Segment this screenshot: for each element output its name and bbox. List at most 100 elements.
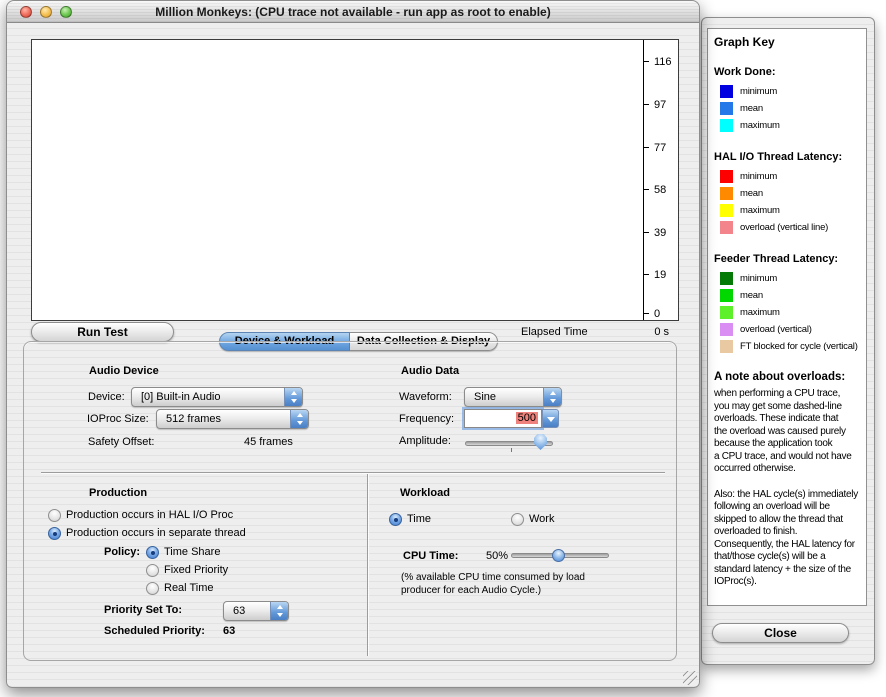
tick-mark — [643, 232, 649, 233]
legend-label: mean — [740, 103, 763, 114]
tick-mark — [643, 61, 649, 62]
frequency-input-value: 500 — [516, 412, 538, 424]
legend-label: mean — [740, 290, 763, 301]
legend-item: overload (vertical line) — [714, 219, 861, 236]
legend-item: mean — [714, 287, 861, 304]
legend-swatch-icon — [720, 85, 733, 98]
radio-production-thread[interactable] — [48, 527, 61, 540]
device-label: Device: — [88, 391, 125, 404]
legend-swatch-icon — [720, 170, 733, 183]
legend-item: minimum — [714, 270, 861, 287]
amplitude-label: Amplitude: — [399, 435, 451, 448]
main-window: Million Monkeys: (CPU trace not availabl… — [6, 0, 700, 688]
legend-label: maximum — [740, 120, 780, 131]
legend-heading-work-done: Work Done: — [714, 66, 861, 78]
y-tick-label: 0 — [654, 308, 660, 320]
y-tick-label: 97 — [654, 99, 666, 111]
legend-label: FT blocked for cycle (vertical) — [740, 341, 858, 352]
section-divider-horizontal — [41, 472, 665, 474]
overload-note-paragraph-2: Also: the HAL cycle(s) immediately follo… — [714, 489, 861, 589]
popup-stepper-icon — [270, 602, 288, 620]
legend-hal-latency: minimum mean maximum overload (v — [714, 168, 861, 236]
policy-label: Policy: — [104, 546, 140, 559]
legend-swatch-icon — [720, 272, 733, 285]
cpu-time-slider-thumb[interactable] — [552, 549, 565, 562]
popup-stepper-icon — [290, 410, 308, 428]
radio-production-hal[interactable] — [48, 509, 61, 522]
legend-swatch-icon — [720, 221, 733, 234]
legend-heading-feeder-latency: Feeder Thread Latency: — [714, 253, 861, 265]
production-heading: Production — [89, 487, 147, 500]
legend-label: overload (vertical line) — [740, 222, 828, 233]
audio-device-heading: Audio Device — [89, 365, 159, 378]
graph-y-ticks: 116 97 77 58 — [32, 40, 678, 320]
cpu-time-value: 50% — [486, 550, 508, 563]
audio-data-heading: Audio Data — [401, 365, 459, 378]
waveform-popup[interactable]: Sine — [464, 387, 562, 407]
graph-key-box: Graph Key Work Done: minimum mean — [707, 28, 867, 606]
workload-heading: Workload — [400, 487, 450, 500]
legend-label: minimum — [740, 86, 777, 97]
ioproc-size-label: IOProc Size: — [87, 413, 149, 426]
y-tick-label: 116 — [654, 56, 672, 68]
tick-mark — [643, 189, 649, 190]
legend-label: maximum — [740, 307, 780, 318]
overload-note-heading: A note about overloads: — [714, 371, 861, 383]
graph-key-window: Graph Key Work Done: minimum mean — [701, 17, 875, 665]
close-button[interactable]: Close — [712, 623, 849, 643]
run-test-button[interactable]: Run Test — [31, 322, 174, 342]
device-popup-value: [0] Built-in Audio — [141, 391, 221, 403]
priority-set-to-label: Priority Set To: — [104, 604, 182, 617]
radio-production-hal-label: Production occurs in HAL I/O Proc — [66, 509, 233, 522]
section-divider-vertical — [367, 474, 369, 656]
ioproc-size-popup[interactable]: 512 frames — [156, 409, 309, 429]
resize-grip[interactable] — [683, 671, 697, 685]
legend-swatch-icon — [720, 289, 733, 302]
frequency-input[interactable]: 500 — [464, 409, 542, 428]
legend-swatch-icon — [720, 119, 733, 132]
radio-policy-time-share[interactable] — [146, 546, 159, 559]
tick-mark — [643, 104, 649, 105]
safety-offset-label: Safety Offset: — [88, 436, 154, 449]
device-popup[interactable]: [0] Built-in Audio — [131, 387, 303, 407]
radio-workload-time-label: Time — [407, 513, 431, 526]
legend-swatch-icon — [720, 323, 733, 336]
legend-label: minimum — [740, 273, 777, 284]
radio-policy-time-share-label: Time Share — [164, 546, 220, 559]
legend-item: overload (vertical) — [714, 321, 861, 338]
legend-item: mean — [714, 100, 861, 117]
tick-mark — [643, 274, 649, 275]
frequency-label: Frequency: — [399, 413, 454, 426]
ioproc-size-popup-value: 512 frames — [166, 413, 221, 425]
radio-policy-real-time[interactable] — [146, 582, 159, 595]
radio-policy-real-time-label: Real Time — [164, 582, 214, 595]
legend-swatch-icon — [720, 102, 733, 115]
radio-workload-time[interactable] — [389, 513, 402, 526]
safety-offset-value: 45 frames — [244, 436, 293, 449]
tick-mark — [643, 313, 649, 314]
legend-label: overload (vertical) — [740, 324, 812, 335]
legend-swatch-icon — [720, 306, 733, 319]
amplitude-slider-tick — [511, 448, 512, 452]
legend-swatch-icon — [720, 187, 733, 200]
y-tick-label: 77 — [654, 142, 666, 154]
cpu-time-note: (% available CPU time consumed by load p… — [401, 571, 585, 597]
elapsed-time-value: 0 s — [629, 326, 669, 339]
legend-item: minimum — [714, 168, 861, 185]
scheduled-priority-value: 63 — [223, 625, 235, 638]
priority-popup[interactable]: 63 — [223, 601, 289, 621]
y-tick-label: 39 — [654, 227, 666, 239]
legend-work-done: minimum mean maximum — [714, 83, 861, 134]
frequency-combo-arrow-icon[interactable] — [542, 409, 559, 428]
legend-swatch-icon — [720, 204, 733, 217]
legend-item: maximum — [714, 202, 861, 219]
title-bar[interactable]: Million Monkeys: (CPU trace not availabl… — [7, 1, 699, 23]
y-tick-label: 19 — [654, 269, 666, 281]
radio-workload-work[interactable] — [511, 513, 524, 526]
graph-plot-area: 116 97 77 58 — [31, 39, 679, 321]
overload-note-paragraph-1: when performing a CPU trace, you may get… — [714, 388, 861, 476]
waveform-popup-value: Sine — [474, 391, 496, 403]
radio-policy-fixed-priority[interactable] — [146, 564, 159, 577]
radio-policy-fixed-priority-label: Fixed Priority — [164, 564, 228, 577]
legend-label: minimum — [740, 171, 777, 182]
